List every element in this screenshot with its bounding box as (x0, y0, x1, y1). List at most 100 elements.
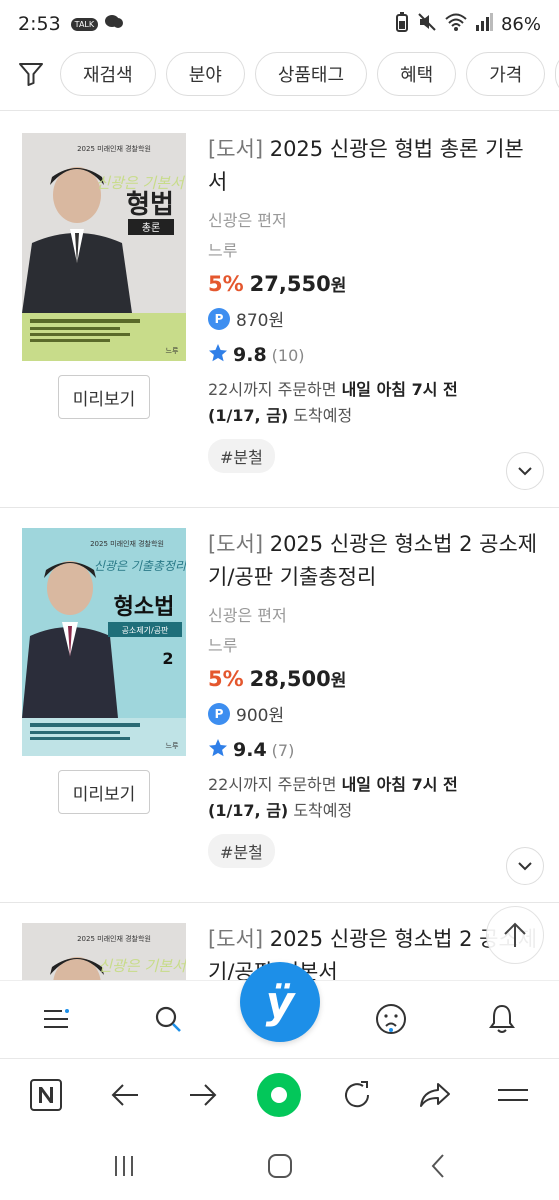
share-button[interactable] (415, 1075, 455, 1115)
filter-chip-more[interactable] (555, 52, 559, 96)
svg-text:느루: 느루 (166, 742, 179, 750)
delivery-date: (1/17, 금) (208, 801, 289, 820)
hashtag-chip[interactable]: #분철 (208, 834, 275, 868)
menu-button[interactable] (36, 999, 76, 1039)
point-row: P 900원 (208, 701, 538, 726)
product-type-tag: [도서] (208, 927, 264, 951)
svg-text:신광은 기본서: 신광은 기본서 (98, 957, 186, 975)
naver-home-button[interactable] (26, 1075, 66, 1115)
product-title[interactable]: [도서] 2025 신광은 형소법 2 공소제기/공판 기출총정리 (208, 528, 538, 594)
filter-chip-product-tag[interactable]: 상품태그 (254, 52, 368, 96)
price-row: 5% 27,550원 (208, 271, 538, 296)
currency-unit: 원 (330, 671, 347, 691)
star-icon (208, 343, 228, 367)
discount-rate: 5% (208, 667, 244, 691)
filter-chip-benefit[interactable]: 혜택 (377, 52, 457, 96)
book-cover[interactable]: 2025 미래인재 경찰학원 신광은 기출총정리 형소법 공소제기/공판 2 느… (22, 528, 186, 756)
point-amount: 900원 (236, 706, 285, 726)
mute-icon (417, 12, 437, 36)
point-icon: P (208, 702, 230, 725)
svg-text:총론: 총론 (142, 222, 160, 234)
scroll-to-top-button[interactable] (486, 906, 544, 964)
notification-button[interactable] (482, 999, 522, 1039)
recent-apps-icon (115, 1156, 133, 1176)
chevron-down-icon (518, 467, 532, 476)
delivery-info: 22시까지 주문하면 내일 아침 7시 전 (1/17, 금) 도착예정 (208, 772, 538, 824)
divider (0, 110, 559, 111)
status-bar: 2:53 TALK 86% (0, 0, 559, 48)
rating-row[interactable]: 9.4 (7) (208, 738, 538, 762)
delivery-time: 내일 아침 7시 전 (341, 380, 458, 399)
signal-icon (475, 13, 493, 35)
system-navigation-bar (0, 1132, 559, 1200)
recent-apps-button[interactable] (104, 1150, 144, 1182)
search-button[interactable] (148, 999, 188, 1039)
wifi-icon (445, 13, 467, 35)
back-system-button[interactable] (418, 1150, 458, 1182)
chat-bubble-icon (104, 14, 124, 34)
delivery-info: 22시까지 주문하면 내일 아침 7시 전 (1/17, 금) 도착예정 (208, 377, 538, 429)
svg-text:신광은 기출총정리: 신광은 기출총정리 (94, 559, 186, 573)
product-title[interactable]: [도서] 2025 신광은 형법 총론 기본서 (208, 133, 538, 199)
naver-green-dot-button[interactable] (256, 1072, 302, 1118)
rating-score: 9.8 (233, 344, 267, 366)
hashtag-chip[interactable]: #분철 (208, 439, 275, 473)
chevron-left-icon (431, 1154, 444, 1178)
svg-text:형소법: 형소법 (114, 595, 175, 620)
divider (0, 902, 559, 903)
arrow-left-icon (111, 1084, 138, 1106)
face-icon (376, 1004, 406, 1034)
point-amount: 870원 (236, 311, 285, 331)
preview-button[interactable]: 미리보기 (58, 770, 150, 814)
rating-row[interactable]: 9.8 (10) (208, 343, 538, 367)
battery-saver-icon (395, 12, 409, 36)
refresh-button[interactable] (337, 1075, 377, 1115)
expand-button[interactable] (506, 452, 544, 490)
divider (0, 507, 559, 508)
battery-level: 86% (500, 13, 541, 35)
product-author[interactable]: 신광은 편저 (208, 602, 538, 626)
back-button[interactable] (105, 1075, 145, 1115)
green-dot-icon (257, 1073, 301, 1117)
discount-rate: 5% (208, 272, 244, 296)
product-author[interactable]: 신광은 편저 (208, 207, 538, 231)
product-info: [도서] 2025 신광은 형소법 2 공소제기/공판 기출총정리 신광은 편저… (208, 528, 538, 868)
browser-menu-button[interactable] (493, 1075, 533, 1115)
book-cover[interactable]: 2025 미래인재 경찰학원 신광은 기본서 형법 총론 느루 (22, 133, 186, 361)
filter-icon[interactable] (16, 59, 46, 89)
price-row: 5% 28,500원 (208, 666, 538, 691)
preview-button[interactable]: 미리보기 (58, 375, 150, 419)
book-cover[interactable]: 2025 미래인재 경찰학원 신광은 기본서 (22, 923, 186, 980)
naver-n-icon (30, 1079, 62, 1111)
expand-button[interactable] (506, 847, 544, 885)
browser-toolbar (0, 1058, 559, 1130)
delivery-date: (1/17, 금) (208, 406, 289, 425)
yes24-home-button[interactable]: ÿ (240, 962, 320, 1042)
forward-button[interactable] (183, 1075, 223, 1115)
svg-text:2025 미래인재 경찰학원: 2025 미래인재 경찰학원 (77, 934, 151, 943)
svg-text:2025 미래인재 경찰학원: 2025 미래인재 경찰학원 (90, 539, 164, 548)
review-count: (7) (271, 740, 295, 760)
delivery-time: 내일 아침 7시 전 (341, 775, 458, 794)
filter-chip-category[interactable]: 분야 (165, 52, 245, 96)
status-time: 2:53 (18, 13, 61, 35)
product-type-tag: [도서] (208, 137, 264, 161)
home-button[interactable] (260, 1150, 300, 1182)
svg-text:2: 2 (162, 649, 173, 668)
filter-bar: 재검색 분야 상품태그 혜택 가격 (0, 50, 559, 98)
review-count: (10) (271, 345, 305, 365)
my-page-button[interactable] (371, 999, 411, 1039)
delivery-suffix: 도착예정 (288, 406, 353, 425)
sale-price: 28,500 (249, 667, 331, 691)
rating-score: 9.4 (233, 739, 267, 761)
filter-chip-price[interactable]: 가격 (466, 52, 546, 96)
product-item: 2025 미래인재 경찰학원 신광은 기본서 형법 총론 느루 미리보기 [도서… (0, 122, 559, 508)
chevron-down-icon (518, 862, 532, 871)
delivery-prefix: 22시까지 주문하면 (208, 380, 342, 399)
product-publisher[interactable]: 느루 (208, 632, 538, 656)
currency-unit: 원 (330, 276, 347, 296)
svg-text:형법: 형법 (126, 190, 174, 220)
filter-chip-research[interactable]: 재검색 (60, 52, 156, 96)
product-info: [도서] 2025 신광은 형법 총론 기본서 신광은 편저 느루 5% 27,… (208, 133, 538, 473)
product-publisher[interactable]: 느루 (208, 237, 538, 261)
